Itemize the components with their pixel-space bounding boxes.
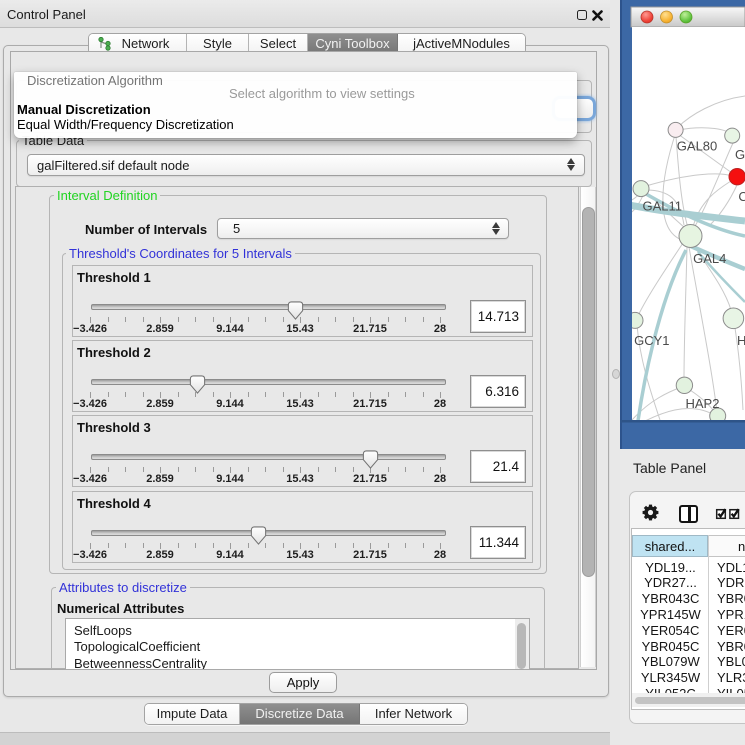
svg-text:GAL11: GAL11 xyxy=(643,199,683,214)
svg-text:HAP2: HAP2 xyxy=(686,396,720,411)
svg-text:GA: GA xyxy=(735,147,745,162)
svg-text:GAL4: GAL4 xyxy=(693,251,726,266)
svg-text:C: C xyxy=(738,189,745,204)
svg-text:GAL80: GAL80 xyxy=(677,139,717,154)
svg-text:H: H xyxy=(737,333,745,348)
svg-text:GCY1: GCY1 xyxy=(634,333,669,348)
